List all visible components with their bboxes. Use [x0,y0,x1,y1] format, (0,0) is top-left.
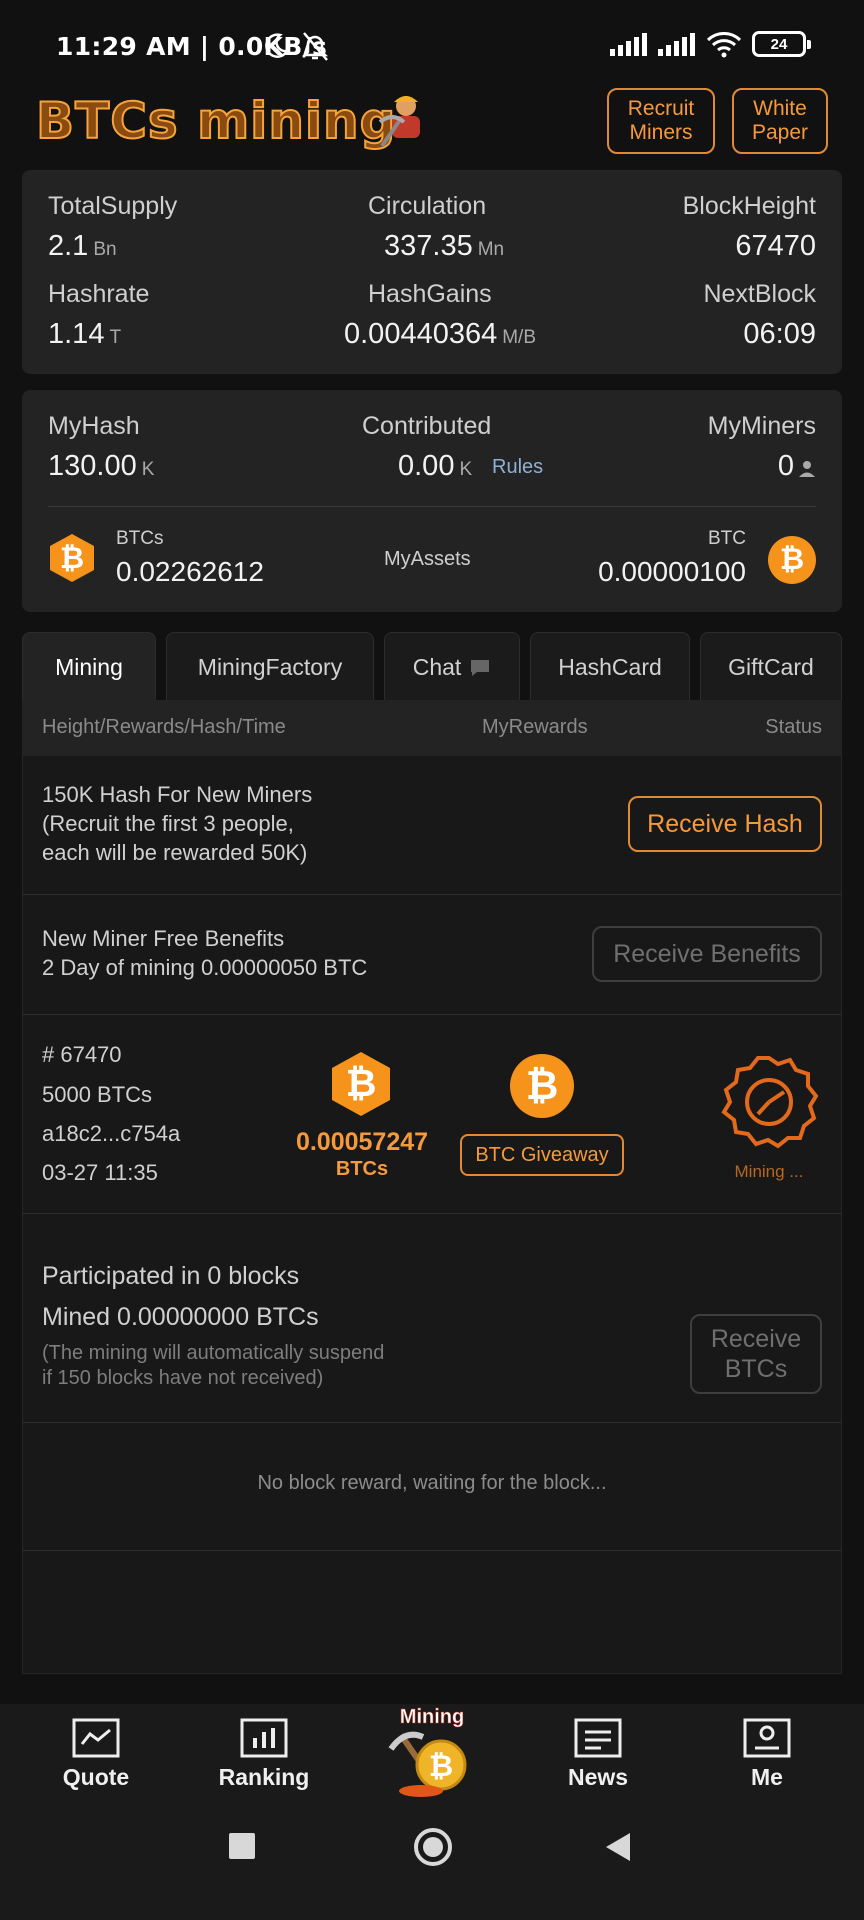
my-hash-label: MyHash [48,412,140,440]
mined-btcs: Mined 0.00000000 BTCs [42,1303,319,1331]
tab-chat[interactable]: Chat [384,632,520,702]
circulation-value: 337.35 Mn [384,230,505,262]
rules-link[interactable]: Rules [492,456,543,479]
app-logo: BTCs mining [35,91,397,151]
chat-icon [471,659,490,676]
hashrate-value: 1.14 T [48,318,122,350]
block-height: # 67470 [42,1042,122,1067]
block-height-label: BlockHeight [682,192,816,220]
wifi-icon [706,32,742,58]
total-supply-label: TotalSupply [48,192,178,220]
bar-chart-icon [240,1718,288,1758]
status-bar: 11:29 AM | 0.0KB/s 24 [0,0,864,90]
block-reward: 5000 BTCs [42,1082,153,1107]
hash-gains-value: 0.00440364 M/B [344,318,536,350]
block-hash[interactable]: a18c2...c754a [42,1119,180,1148]
my-reward-unit: BTCs [335,1158,389,1180]
nav-news[interactable]: News [538,1718,658,1791]
col-status-header: Status [765,716,822,738]
signal-icon-2 [658,33,695,56]
mining-coin-icon: ₿ [388,1731,467,1797]
battery-indicator: 24 [752,31,811,57]
hashrate-label: Hashrate [48,280,150,308]
tab-gift-card[interactable]: GiftCard [700,632,842,702]
news-icon [574,1718,622,1758]
receive-hash-button[interactable]: Receive Hash [628,796,822,852]
back-button[interactable] [604,1831,632,1863]
col-my-rewards-header: MyRewards [482,716,588,738]
my-miners-label: MyMiners [707,412,816,440]
bottom-nav: Quote Ranking Mining ₿ News Me [0,1704,864,1920]
my-hash-value: 130.00 K [48,450,155,482]
nav-quote[interactable]: Quote [36,1718,156,1791]
empty-rewards-message: No block reward, waiting for the block..… [257,1472,607,1494]
svg-text:₿: ₿ [60,541,84,576]
tab-mining-factory[interactable]: MiningFactory [166,632,374,702]
my-reward-value: 0.00057247 [295,1128,429,1156]
nav-me[interactable]: Me [707,1718,827,1791]
next-block-label: NextBlock [703,280,816,308]
tab-mining[interactable]: Mining [22,632,156,702]
home-button[interactable] [414,1828,452,1866]
btcs-coin-icon: ₿ [50,534,94,582]
my-stats-card: MyHash 130.00 K Contributed 0.00 K Rules M… [22,390,842,612]
hash-gains-label: HashGains [368,280,492,308]
free-benefits-text: New Miner Free Benefits 2 Day of mining … [42,926,368,980]
nav-mining[interactable]: Mining ₿ [372,1706,492,1805]
my-miners-value: 0 [777,450,794,482]
contributed-label: Contributed [362,412,492,440]
miner-mascot-icon [378,96,420,148]
bell-muted-icon [301,32,329,61]
svg-text:₿: ₿ [429,1749,453,1784]
btc-giveaway-button[interactable]: BTC Giveaway [460,1134,624,1176]
participated-blocks: Participated in 0 blocks [42,1262,300,1290]
next-block-value: 06:09 [743,318,816,350]
btcs-value: 0.02262612 [116,556,264,587]
person-icon [799,461,815,477]
circulation-label: Circulation [368,192,487,220]
white-paper-button[interactable]: White Paper [732,88,828,154]
giveaway-coin-icon: ₿ [510,1054,574,1118]
mining-status-gear-icon [721,1056,819,1149]
btcs-label: BTCs [116,528,164,549]
receive-benefits-button[interactable]: Receive Benefits [592,926,822,982]
btc-value: 0.00000100 [598,556,746,587]
my-assets-label: MyAssets [384,548,471,570]
col-height-header: Height/Rewards/Hash/Time [42,716,286,738]
nav-ranking[interactable]: Ranking [204,1718,324,1791]
btcs-reward-coin-icon: ₿ [332,1052,390,1116]
svg-text:₿: ₿ [346,1061,377,1105]
profile-card-icon [743,1718,791,1758]
receive-btcs-button[interactable]: Receive BTCs [690,1314,822,1394]
btc-coin-icon: ₿ [768,536,816,584]
recruit-miners-button[interactable]: Recruit Miners [607,88,715,154]
btc-label: BTC [708,528,746,549]
mining-suspend-note: (The mining will automatically suspend i… [42,1342,385,1389]
moon-icon [265,33,290,58]
total-supply-value: 2.1 Bn [48,230,117,262]
signal-icon [610,33,647,56]
block-height-value: 67470 [735,230,816,262]
contributed-value: 0.00 K [398,450,473,482]
chart-line-icon [72,1718,120,1758]
tab-hash-card[interactable]: HashCard [530,632,690,702]
mining-status-text: Mining ... [734,1162,804,1181]
new-miners-text: 150K Hash For New Miners (Recruit the fi… [42,782,313,865]
block-time: 03-27 11:35 [42,1160,158,1185]
recents-button[interactable] [229,1833,255,1859]
network-stats-card: TotalSupply 2.1 Bn Circulation 337.35 Mn B… [22,170,842,374]
